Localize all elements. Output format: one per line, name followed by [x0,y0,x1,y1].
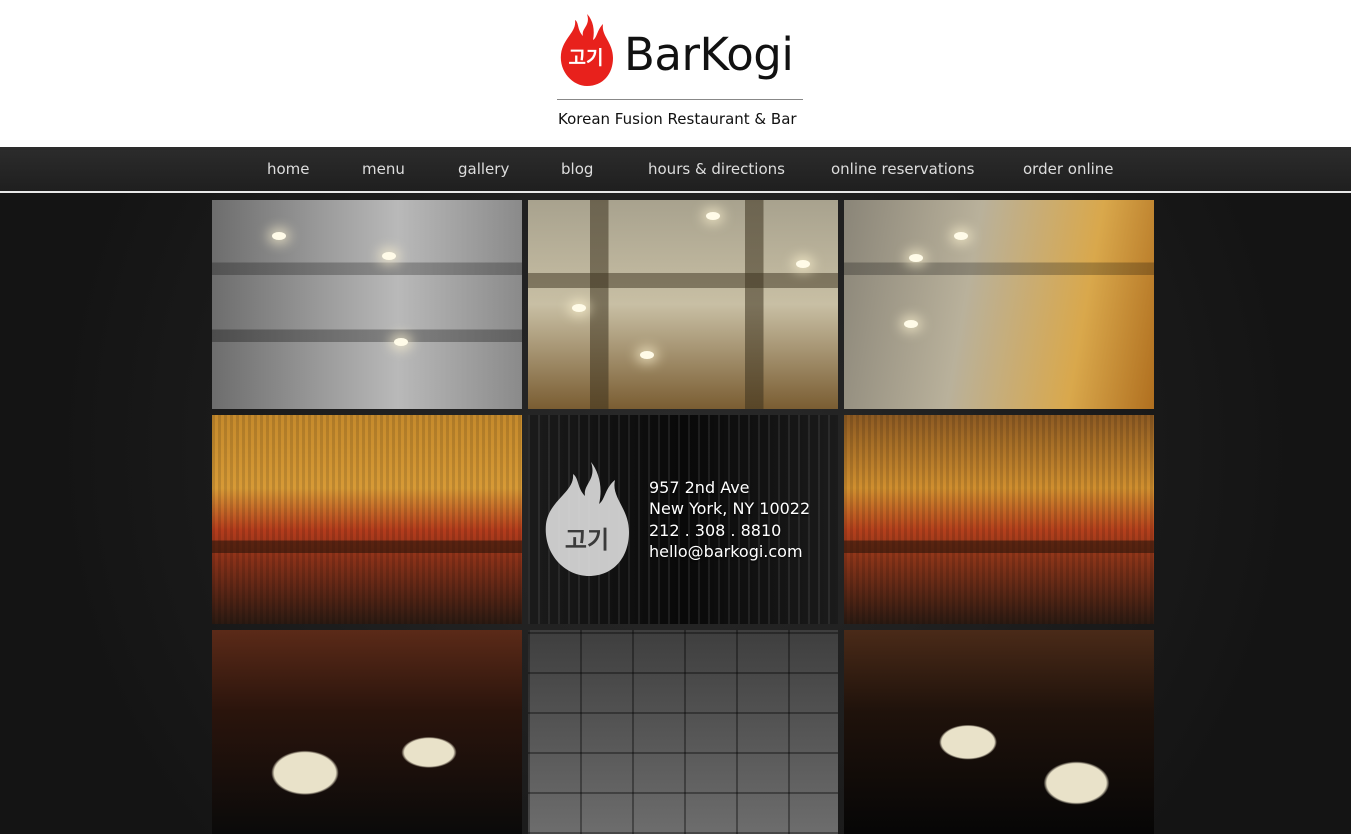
gallery-photo-ceiling-left[interactable] [212,200,522,409]
email-link[interactable]: hello@barkogi.com [649,542,803,561]
phone-number[interactable]: 212 . 308 . 8810 [649,521,781,540]
flame-icon [545,462,629,576]
gallery-photo-floor[interactable] [528,630,838,834]
gallery-photo-ceiling-right[interactable] [844,200,1154,409]
info-flame-text: 고기 [564,526,610,554]
logo-flame-text: 고기 [568,47,604,69]
gallery-photo-booth-right[interactable] [844,415,1154,624]
gallery-photo-ceiling-center[interactable] [528,200,838,409]
gallery-photo-booth-left[interactable] [212,415,522,624]
main-nav: home menu gallery blog hours & direction… [0,147,1351,193]
address-line2: New York, NY 10022 [649,499,811,518]
logo-divider [557,99,803,100]
gallery-photo-tables-right[interactable] [844,630,1154,834]
nav-item-order-online[interactable]: order online [1023,160,1114,180]
nav-item-menu[interactable]: menu [362,160,405,180]
logo-name: BarKogi [624,28,794,81]
nav-item-home[interactable]: home [267,160,310,180]
nav-item-online-reservations[interactable]: online reservations [831,160,974,180]
address-line1: 957 2nd Ave [649,478,750,497]
gallery-photo-tables-left[interactable] [212,630,522,834]
barkogi-logo[interactable]: 고기 BarKogi Korean Fusion Restaurant & Ba… [557,12,803,130]
logo-tagline: Korean Fusion Restaurant & Bar [558,110,797,128]
site-header: 고기 BarKogi Korean Fusion Restaurant & Ba… [0,0,1351,147]
nav-item-hours-directions[interactable]: hours & directions [648,160,785,180]
nav-item-blog[interactable]: blog [561,160,593,180]
nav-item-gallery[interactable]: gallery [458,160,509,180]
